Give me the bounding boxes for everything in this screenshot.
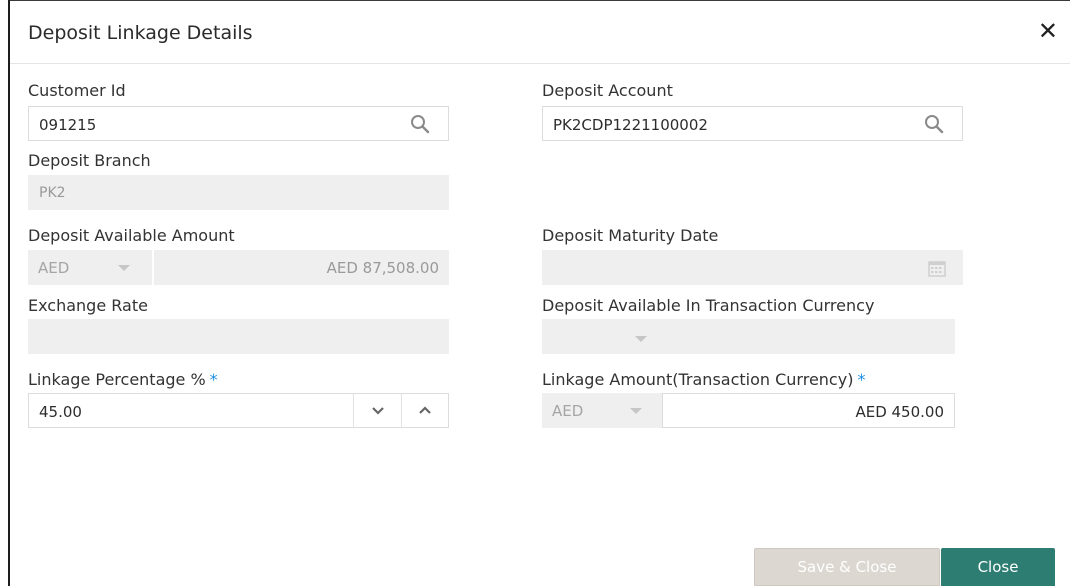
linkage-amount-label: Linkage Amount(Transaction Currency) * <box>542 370 865 389</box>
linkage-amount-label-text: Linkage Amount(Transaction Currency) <box>542 370 854 389</box>
linkage-amount-input[interactable]: AED 450.00 <box>662 393 955 428</box>
exchange-rate-label: Exchange Rate <box>28 296 148 315</box>
decrement-button[interactable] <box>354 394 401 427</box>
linkage-amount-field: AED AED 450.00 <box>542 393 955 428</box>
deposit-available-amount-field: AED AED 87,508.00 <box>28 250 449 285</box>
exchange-rate-field <box>28 319 449 354</box>
close-button[interactable]: Close <box>941 548 1055 586</box>
deposit-branch-value: PK2 <box>39 185 66 201</box>
linkage-currency-select: AED <box>542 393 662 428</box>
required-marker: * <box>857 370 866 389</box>
close-icon[interactable]: ✕ <box>1038 17 1058 45</box>
deposit-maturity-date-field <box>542 250 963 285</box>
amount-field: AED 87,508.00 <box>154 250 449 285</box>
chevron-up-icon <box>419 406 431 414</box>
required-marker: * <box>209 370 218 389</box>
deposit-linkage-dialog: Deposit Linkage Details ✕ Customer Id 09… <box>10 1 1070 586</box>
dialog-title: Deposit Linkage Details <box>28 22 253 44</box>
deposit-available-amount-label: Deposit Available Amount <box>28 226 235 245</box>
increment-button[interactable] <box>402 394 448 427</box>
deposit-maturity-date-label: Deposit Maturity Date <box>542 226 719 245</box>
customer-id-label: Customer Id <box>28 81 126 100</box>
linkage-percentage-label-text: Linkage Percentage % <box>28 370 206 389</box>
linkage-percentage-value: 45.00 <box>39 403 82 421</box>
deposit-branch-label: Deposit Branch <box>28 151 151 170</box>
deposit-available-txn-currency-label: Deposit Available In Transaction Currenc… <box>542 296 875 315</box>
amount-value: AED 87,508.00 <box>326 259 439 277</box>
dialog-header: Deposit Linkage Details ✕ <box>10 1 1070 64</box>
linkage-amount-value: AED 450.00 <box>855 403 944 421</box>
deposit-branch-field: PK2 <box>28 175 449 210</box>
search-icon[interactable] <box>924 114 944 134</box>
customer-id-value: 091215 <box>39 116 97 134</box>
chevron-down-icon <box>118 265 130 271</box>
linkage-percentage-input[interactable]: 45.00 <box>28 393 449 428</box>
linkage-percentage-label: Linkage Percentage % * <box>28 370 218 389</box>
deposit-account-input[interactable]: PK2CDP1221100002 <box>542 106 963 141</box>
currency-select: AED <box>28 250 152 285</box>
customer-id-input[interactable]: 091215 <box>28 106 449 141</box>
save-and-close-button[interactable]: Save & Close <box>754 548 940 586</box>
linkage-currency-value: AED <box>552 402 584 420</box>
deposit-available-txn-currency-select <box>542 319 955 354</box>
currency-value: AED <box>38 259 70 277</box>
search-icon[interactable] <box>410 114 430 134</box>
calendar-icon <box>928 261 946 277</box>
deposit-account-label: Deposit Account <box>542 81 673 100</box>
deposit-account-value: PK2CDP1221100002 <box>553 116 708 134</box>
chevron-down-icon <box>371 407 384 415</box>
chevron-down-icon <box>630 408 642 414</box>
chevron-down-icon <box>635 336 647 342</box>
